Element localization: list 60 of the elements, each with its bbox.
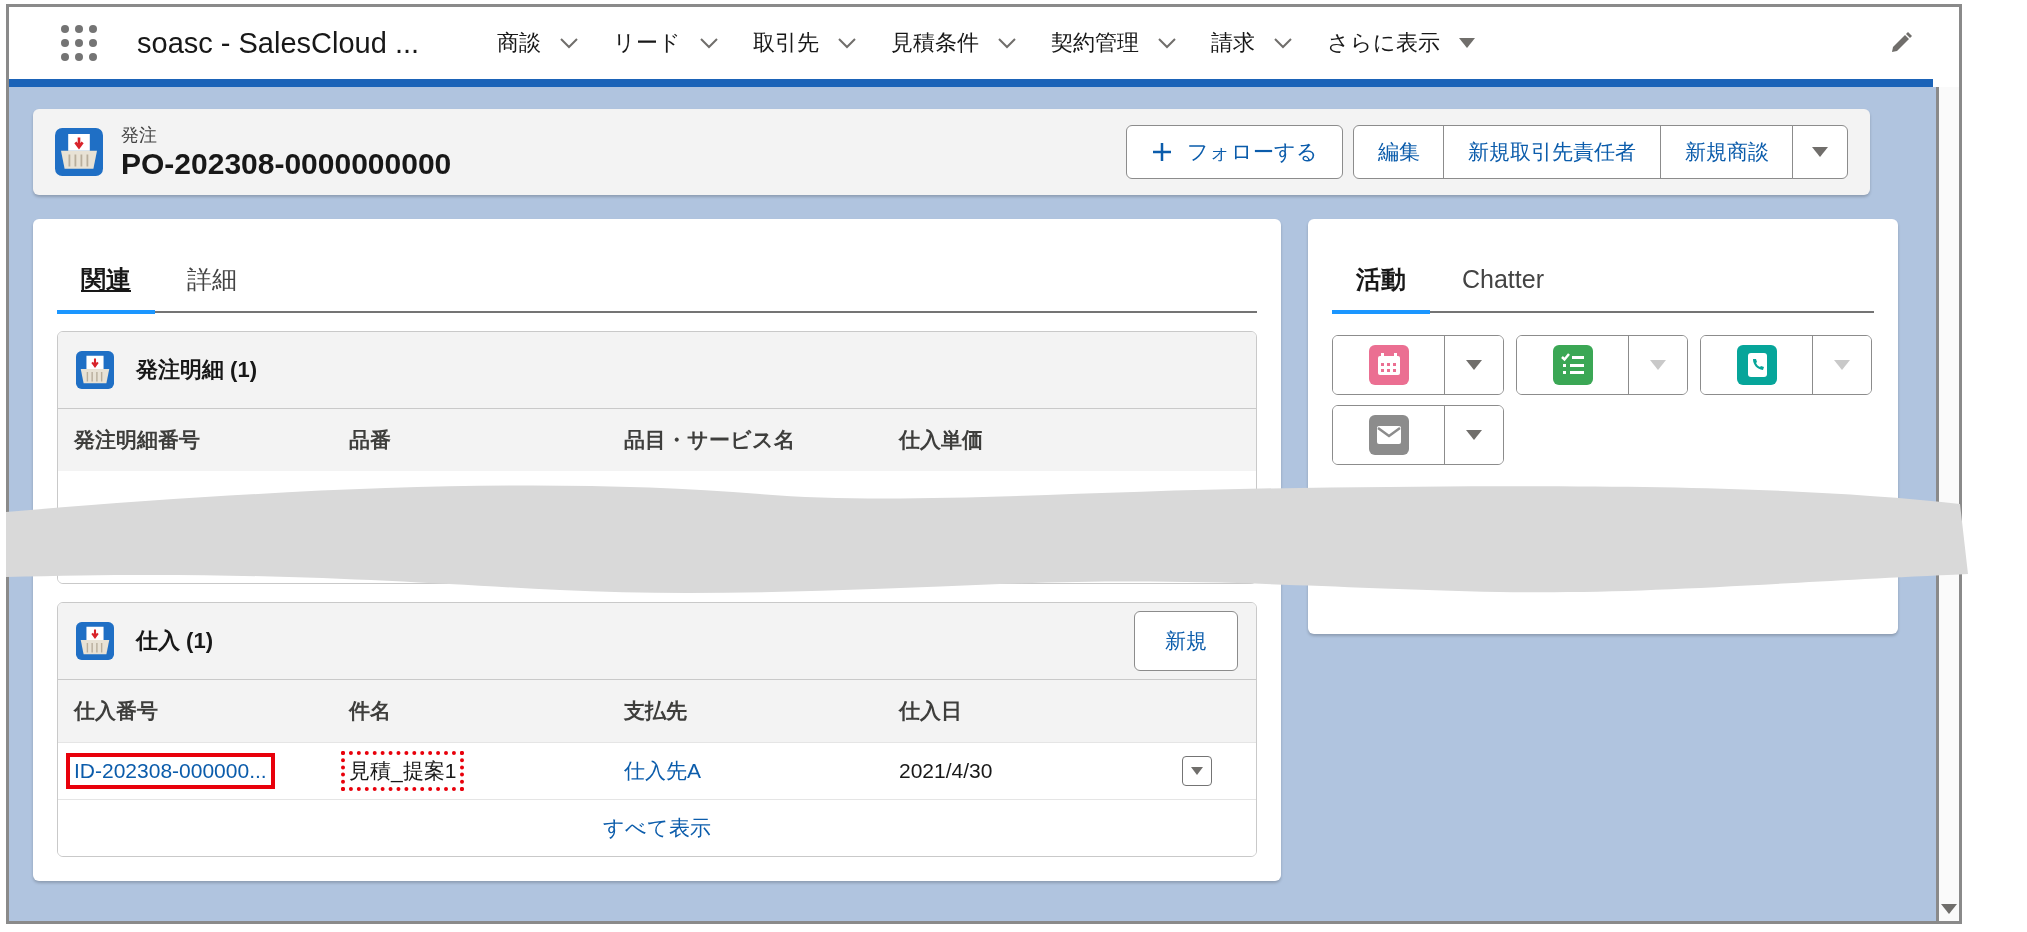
caret-icon xyxy=(1465,429,1483,441)
action-button[interactable]: 新規取引先責任者 xyxy=(1443,125,1661,179)
caret-icon xyxy=(1465,359,1483,371)
related-list-title: 仕入 (1) xyxy=(136,627,213,655)
activity-action-button[interactable] xyxy=(1701,336,1813,394)
scroll-down-icon xyxy=(1940,903,1958,915)
table-link[interactable]: ID-202308-000000... xyxy=(66,753,275,789)
row-menu-button[interactable] xyxy=(1182,756,1212,786)
table-cell: 見積_提案1 xyxy=(341,751,465,791)
column-header: 仕入番号 xyxy=(72,698,159,724)
caret-icon xyxy=(1811,146,1829,158)
table-cell-text: 2021/4/30 xyxy=(898,758,994,784)
activity-action-button[interactable] xyxy=(1517,336,1629,394)
tab[interactable]: 活動 xyxy=(1332,235,1430,314)
nav-item[interactable]: 請求 xyxy=(1211,28,1293,58)
nav-item[interactable]: 取引先 xyxy=(753,28,857,58)
record-title: PO-202308-0000000000 xyxy=(121,147,452,181)
related-list-title: 発注明細 (1) xyxy=(136,356,257,384)
activity-action-button[interactable] xyxy=(1333,406,1445,464)
column-header: 品目・サービス名 xyxy=(623,427,796,453)
caret-icon xyxy=(1833,359,1851,371)
more-actions-button[interactable] xyxy=(1792,125,1848,179)
tab[interactable]: Chatter xyxy=(1438,235,1568,314)
column-header: 件名 xyxy=(347,698,392,724)
view-all-link[interactable]: すべて表示 xyxy=(603,814,711,842)
caret-icon xyxy=(1458,37,1476,49)
nav-item[interactable]: リード xyxy=(613,28,719,58)
chevron-icon xyxy=(997,37,1017,49)
column-header: 品番 xyxy=(348,427,392,453)
plus-icon xyxy=(1150,141,1173,163)
object-label: 発注 xyxy=(121,124,158,147)
nav-item[interactable]: 商談 xyxy=(497,28,579,58)
chevron-icon xyxy=(699,37,719,49)
caret-icon xyxy=(1649,359,1667,371)
basket-icon xyxy=(76,622,114,660)
app-name: soasc - SalesCloud ... xyxy=(137,26,421,60)
action-button[interactable]: 新規商談 xyxy=(1659,125,1794,179)
nav-item[interactable]: 見積条件 xyxy=(891,28,1017,58)
app-launcher-icon[interactable] xyxy=(61,25,97,61)
tab[interactable]: 詳細 xyxy=(163,235,261,314)
action-button[interactable]: 編集 xyxy=(1352,125,1445,179)
activity-action-button[interactable] xyxy=(1333,336,1445,394)
caret-icon xyxy=(1190,766,1204,776)
column-header: 支払先 xyxy=(623,698,688,724)
basket-icon xyxy=(55,128,103,176)
pencil-icon[interactable] xyxy=(1889,31,1913,55)
chevron-icon xyxy=(837,37,857,49)
column-header: 仕入単価 xyxy=(897,427,984,453)
table-link[interactable]: 仕入先A xyxy=(616,751,709,791)
nav-item[interactable]: さらに表示 xyxy=(1327,28,1476,58)
tab[interactable]: 関連 xyxy=(57,235,155,314)
nav-item[interactable]: 契約管理 xyxy=(1051,28,1177,58)
column-header: 発注明細番号 xyxy=(73,427,201,453)
chevron-icon xyxy=(1157,37,1177,49)
basket-icon xyxy=(76,351,114,389)
follow-button[interactable]: フォローする xyxy=(1125,125,1343,179)
chevron-icon xyxy=(559,37,579,49)
chevron-icon xyxy=(1273,37,1293,49)
new-button[interactable]: 新規 xyxy=(1134,611,1238,671)
column-header: 仕入日 xyxy=(897,698,963,724)
